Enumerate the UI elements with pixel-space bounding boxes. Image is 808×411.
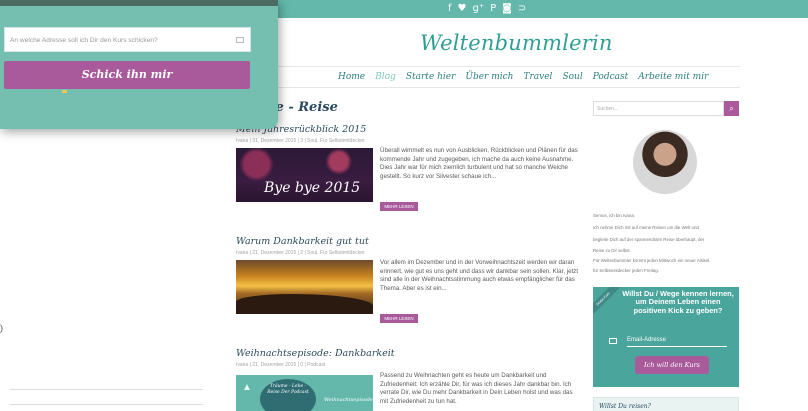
site-title[interactable]: Weltenbummlerin — [420, 31, 613, 55]
sunset-hills — [236, 294, 373, 314]
read-more-button[interactable]: MEHR LESEN — [380, 314, 418, 323]
bio-line-link[interactable]: Für Weltenbummler kommt jeden Mittwoch e… — [593, 258, 743, 263]
post-meta: Ivana | 31. Dezember 2015 | 3 | Soul, Fü… — [236, 138, 365, 144]
widget-title: Willst Du reisen? — [599, 403, 651, 410]
nav-item-blog[interactable]: Blog — [375, 72, 396, 82]
nav-item-home[interactable]: Home — [338, 72, 365, 82]
post-thumbnail[interactable] — [236, 260, 373, 314]
bio-line: Ich nehme Dich mit auf meine Reisen um d… — [593, 225, 699, 230]
instagram-icon[interactable]: ◙ — [502, 2, 512, 15]
course-headline: Willst Du / Wege kennen lernen, um Deine… — [622, 289, 734, 315]
tree-icon: ▲ — [242, 382, 252, 393]
nav-item-ueber-mich[interactable]: Über mich — [465, 72, 513, 82]
google-plus-icon[interactable]: g⁺ — [473, 2, 485, 15]
facebook-icon[interactable]: f — [448, 2, 452, 15]
search-input[interactable]: Suchen... — [593, 101, 724, 116]
rss-icon[interactable]: ⊃ — [518, 2, 526, 15]
thumbnail-caption: Bye bye 2015 — [264, 180, 361, 196]
bio-line-link[interactable]: für Selbstentdecker jeden Freitag. — [593, 268, 743, 273]
read-more-button[interactable]: MEHR LESEN — [380, 202, 418, 211]
travel-widget: Willst Du reisen? — [593, 397, 739, 411]
post-thumbnail[interactable]: Bye bye 2015 — [236, 148, 373, 202]
divider — [10, 404, 203, 405]
page: f ♥ g⁺ P ◙ ⊃ Weltenbummlerin Home Blog S… — [0, 0, 808, 411]
nav-item-travel[interactable]: Travel — [523, 72, 552, 82]
main-nav: Home Blog Starte hier Über mich Travel S… — [200, 66, 740, 88]
post-meta: Ivana | 21. Dezember 2015 | 0 | Podcast — [236, 362, 326, 368]
post-meta: Ivana | 21. Dezember 2015 | 2 | Soul, Fü… — [236, 250, 365, 256]
pinterest-icon[interactable]: P — [490, 2, 496, 15]
twitter-icon[interactable]: ♥ — [458, 2, 467, 15]
course-signup-button[interactable]: Ich will den Kurs — [635, 356, 709, 374]
nav-item-starte-hier[interactable]: Starte hier — [406, 72, 456, 82]
nav-item-podcast[interactable]: Podcast — [593, 72, 629, 82]
nav-item-soul[interactable]: Soul — [562, 72, 582, 82]
popup-emoji-icon — [62, 90, 67, 93]
popup-image-strip — [0, 0, 278, 6]
newsletter-popup: An welche Adresse soll ich Dir den Kurs … — [0, 0, 278, 129]
podcast-badge-text: Träume - Lebe - Reise Der Podcast — [267, 384, 309, 395]
envelope-icon — [609, 338, 617, 344]
divider — [10, 389, 203, 390]
post-excerpt: Passend zu Weihnachten geht es heute um … — [380, 372, 573, 406]
post-title[interactable]: Weihnachtsepisode: Dankbarkeit — [236, 348, 395, 359]
scroll-mark: ) — [0, 323, 3, 333]
post-excerpt: Überall wimmelt es nun von Ausblicken, R… — [380, 147, 578, 181]
popup-field-placeholder: An welche Adresse soll ich Dir den Kurs … — [10, 37, 158, 44]
search-icon[interactable]: ⌕ — [724, 101, 739, 116]
social-icons: f ♥ g⁺ P ◙ ⊃ — [448, 2, 526, 15]
envelope-icon — [236, 37, 244, 43]
course-signup-widget: Gratis Kurs Willst Du / Wege kennen lern… — [593, 287, 739, 387]
email-field[interactable]: Email-Adresse — [627, 334, 727, 347]
nav-item-arbeite-mit-mir[interactable]: Arbeite mit mir — [638, 72, 708, 82]
avatar — [633, 130, 697, 194]
free-course-ribbon: Gratis Kurs — [593, 287, 622, 318]
bio-line: begleite Dich auf der spannendsten Reise… — [593, 237, 705, 242]
bio-line: Servus, ich bin Ivana. — [593, 213, 635, 218]
post-thumbnail[interactable]: ▲ Träume - Lebe - Reise Der Podcast Weih… — [236, 375, 373, 411]
post-title[interactable]: Warum Dankbarkeit gut tut — [236, 236, 369, 247]
popup-submit-button[interactable]: Schick ihn mir — [4, 61, 250, 89]
popup-email-field[interactable]: An welche Adresse soll ich Dir den Kurs … — [4, 27, 251, 52]
bio-line: Reise zu Dir selbst. — [593, 248, 631, 253]
post-excerpt: Vor allem im Dezember und in der Vorweih… — [380, 259, 579, 293]
podcast-episode-label: Weihnachtsepisode — [324, 397, 373, 403]
